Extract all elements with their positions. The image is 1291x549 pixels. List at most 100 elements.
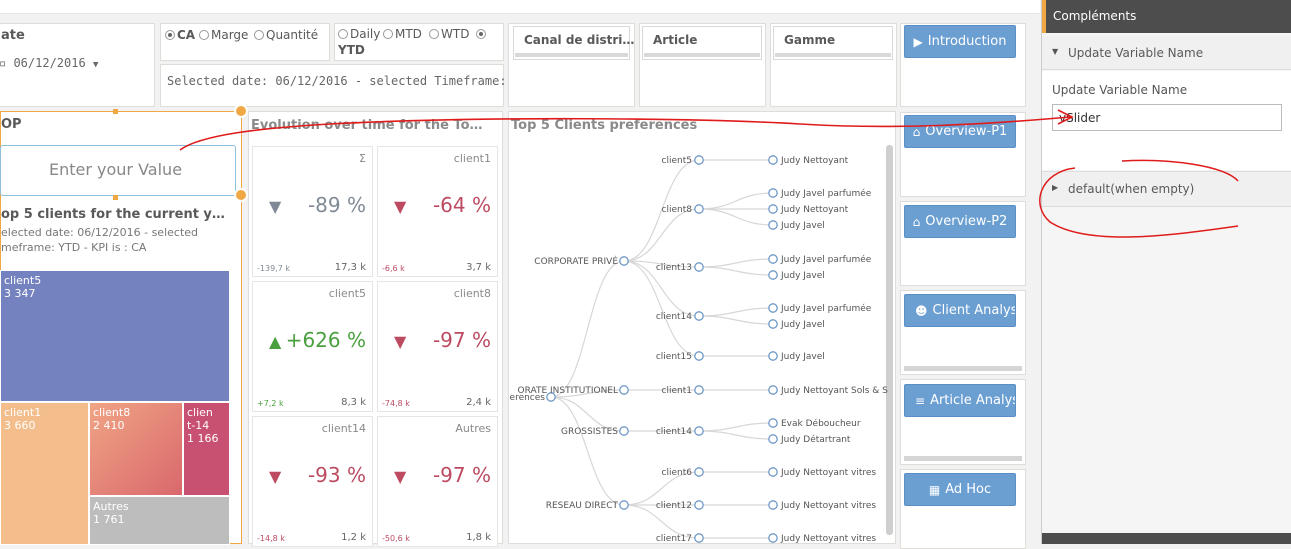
tree-node[interactable] — [768, 351, 778, 361]
tree-node[interactable] — [768, 188, 778, 198]
tree-node[interactable] — [694, 155, 704, 165]
kpi-delta: -14,8 k — [257, 534, 285, 543]
kpi-delta: -139,7 k — [257, 264, 290, 273]
tree-node[interactable] — [694, 204, 704, 214]
treemap-cell-client5[interactable]: client5 3 347 — [0, 270, 230, 402]
top-clients-panel[interactable]: OP Enter your Value op 5 clients for the… — [0, 111, 242, 545]
treemap-title: op 5 clients for the current y… — [1, 207, 225, 222]
timeframe-radio-wtd[interactable]: WTD — [429, 27, 469, 41]
section-default[interactable]: ▶ default(when empty) — [1042, 171, 1291, 207]
tree-node[interactable] — [619, 256, 629, 266]
tree-article-label: Judy Javel parfumée — [780, 254, 872, 265]
tree-node[interactable] — [619, 426, 629, 436]
tree-node[interactable] — [619, 500, 629, 510]
tree-node[interactable] — [768, 418, 778, 428]
tree-node[interactable] — [768, 500, 778, 510]
treemap-cell-autres[interactable]: Autres 1 761 — [89, 496, 230, 545]
tree-group-label: GROSSISTES — [561, 427, 618, 437]
nav-button-overview-p1[interactable]: ⌂ Overview-P1 — [904, 115, 1016, 148]
kpi-value: -93 % — [307, 463, 366, 487]
arrow-down-icon: ▼ — [394, 197, 407, 216]
tree-node[interactable] — [768, 385, 778, 395]
tree-node[interactable] — [694, 533, 704, 543]
treemap-cell-client14[interactable]: client-14 1 166 — [183, 402, 230, 496]
treemap-cell-value: 1 761 — [93, 513, 125, 526]
tree-link — [698, 430, 774, 440]
tree-node[interactable] — [694, 500, 704, 510]
tree-node[interactable] — [694, 351, 704, 361]
filter-scrollbar[interactable] — [644, 53, 760, 57]
timeframe-selector: Daily MTD WTD YTD — [334, 23, 504, 61]
tree-node[interactable] — [694, 426, 704, 436]
kpi-delta: -74,8 k — [382, 399, 410, 408]
header-accent — [1042, 0, 1046, 33]
tree-link — [550, 260, 625, 398]
timeframe-radio-daily[interactable]: Daily — [338, 27, 380, 41]
tree-client-label: client17 — [656, 534, 692, 544]
play-icon: ▶ — [913, 34, 923, 49]
kpi-total: 2,4 k — [466, 397, 491, 408]
filter-gamme[interactable]: Gamme — [773, 26, 893, 60]
nav-button-client-analysis[interactable]: ☻ Client Analysis — [904, 294, 1016, 327]
timeframe-radio-mtd[interactable]: MTD — [383, 27, 422, 41]
tree-node[interactable] — [768, 533, 778, 543]
treemap-cell-value: 1 166 — [187, 432, 219, 445]
measure-radio-marge[interactable]: Marge — [199, 28, 248, 42]
kpi-card[interactable]: client1 ▼ -64 % -6,6 k 3,7 k — [377, 146, 498, 277]
resize-handle-bottom[interactable] — [234, 188, 248, 202]
nav-button-ad-hoc[interactable]: ▦ Ad Hoc — [904, 473, 1016, 506]
nav-scrollbar[interactable] — [904, 366, 1022, 371]
section-update-variable[interactable]: ▼ Update Variable Name — [1042, 36, 1291, 70]
tree-node[interactable] — [768, 434, 778, 444]
tree-node[interactable] — [768, 303, 778, 313]
measure-radio-quantite[interactable]: Quantité — [254, 28, 318, 42]
tree-node[interactable] — [768, 155, 778, 165]
tree-node[interactable] — [694, 385, 704, 395]
resize-handle-top[interactable] — [234, 104, 248, 118]
tree-link — [698, 422, 774, 432]
nav-button-overview-p2[interactable]: ⌂ Overview-P2 — [904, 205, 1016, 238]
tree-node[interactable] — [768, 220, 778, 230]
tree-node[interactable] — [768, 467, 778, 477]
filter-article[interactable]: Article — [642, 26, 762, 60]
tree-article-label: Judy Nettoyant — [780, 156, 849, 166]
tree-node[interactable] — [694, 467, 704, 477]
nav-button-introduction[interactable]: ▶ Introduction — [904, 25, 1016, 58]
tree-node[interactable] — [694, 262, 704, 272]
kpi-card[interactable]: client14 ▼ -93 % -14,8 k 1,2 k — [252, 416, 373, 547]
tree-node[interactable] — [768, 204, 778, 214]
nav-button-article-analysis[interactable]: ≡ Article Analysis — [904, 384, 1016, 417]
tree-node[interactable] — [694, 311, 704, 321]
value-input-placeholder: Enter your Value — [49, 160, 183, 179]
filter-scrollbar[interactable] — [775, 53, 891, 57]
resize-handle-mid[interactable] — [113, 109, 118, 114]
date-dropdown[interactable]: ▫ 06/12/2016 ▼ — [0, 56, 98, 70]
timeframe-radio-ytd[interactable] — [476, 27, 488, 41]
tree-node[interactable] — [768, 319, 778, 329]
kpi-delta: -6,6 k — [382, 264, 405, 273]
treemap-cell-client1[interactable]: client1 3 660 — [0, 402, 89, 545]
filter-scrollbar[interactable] — [515, 53, 628, 57]
nav-scrollbar[interactable] — [904, 456, 1022, 461]
kpi-card[interactable]: Autres ▼ -97 % -50,6 k 1,8 k — [377, 416, 498, 547]
tree-node[interactable] — [768, 254, 778, 264]
variable-name-input[interactable]: vSlider — [1052, 104, 1282, 131]
tree-article-label: Judy Nettoyant — [780, 205, 849, 215]
kpi-name: client14 — [321, 422, 366, 435]
kpi-card[interactable]: client8 ▼ -97 % -74,8 k 2,4 k — [377, 281, 498, 412]
tree-node[interactable] — [768, 270, 778, 280]
kpi-card[interactable]: Σ ▼ -89 % -139,7 k 17,3 k — [252, 146, 373, 277]
measure-radio-ca[interactable]: CA — [165, 28, 195, 42]
chevron-down-icon: ▼ — [92, 60, 99, 70]
tree-client-label: client13 — [656, 263, 692, 273]
tree-node[interactable] — [619, 385, 629, 395]
treemap-cell-client8[interactable]: client8 2 410 — [89, 402, 183, 496]
tree-article-label: Judy Javel parfumée — [780, 188, 872, 199]
resize-handle-mid[interactable] — [113, 195, 118, 200]
value-input[interactable]: Enter your Value — [0, 145, 236, 196]
arrow-down-icon: ▼ — [269, 467, 282, 486]
evolution-title: Evolution over time for the To… — [251, 118, 483, 133]
filter-canal[interactable]: Canal de distri… — [513, 26, 634, 60]
kpi-card[interactable]: client5 ▲ +626 % +7,2 k 8,3 k — [252, 281, 373, 412]
tree-article-label: Judy Javel parfumée — [780, 303, 872, 314]
